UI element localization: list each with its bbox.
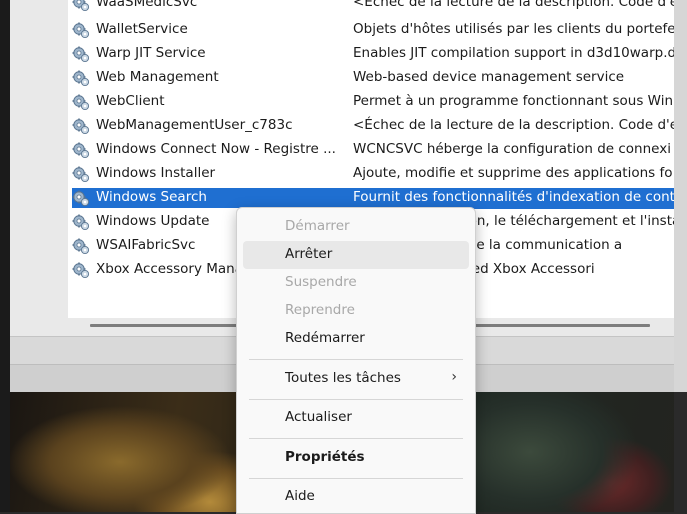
service-name-cell[interactable]: WalletService [72,20,354,40]
service-name: Warp JIT Service [96,45,206,61]
menu-separator [249,438,463,439]
service-gear-icon [72,213,90,231]
service-name-cell[interactable]: WebManagementUser_c783c [72,116,354,136]
service-name: WalletService [96,21,188,37]
menu-item-refresh[interactable]: Actualiser [237,404,475,432]
service-name-cell[interactable]: WaaSMedicSvc [72,0,354,13]
context-menu: Démarrer Arrêter Suspendre Reprendre Red… [236,207,476,514]
service-description: Enables JIT compilation support in d3d10… [353,45,674,61]
service-name-cell[interactable]: WebClient [72,92,354,112]
menu-item-stop[interactable]: Arrêter [243,241,469,269]
service-name-cell[interactable]: Web Management [72,68,354,88]
service-gear-icon [72,165,90,183]
service-gear-icon [72,141,90,159]
service-row[interactable]: Warp JIT Service Enables JIT compilation … [68,42,674,66]
service-name: Web Management [96,69,219,85]
service-name: WSAIFabricSvc [96,237,196,253]
service-description: Fournit des fonctionnalités d'indexation… [353,188,674,209]
menu-separator [249,359,463,360]
menu-item-stop-label: Arrêter [285,246,333,262]
window-edge [674,0,687,392]
service-row[interactable]: Windows Installer Ajoute, modifie et supp… [68,162,674,186]
chevron-right-icon: › [451,369,457,385]
service-gear-icon [72,45,90,63]
service-name: WebClient [96,93,165,109]
service-name: Windows Update [96,213,210,229]
menu-item-all-tasks[interactable]: Toutes les tâches › [237,365,475,393]
service-row[interactable]: WebClient Permet à un programme fonctionn… [68,90,674,114]
service-name-cell[interactable]: Windows Connect Now - Registre ... [72,140,354,160]
service-name: WaaSMedicSvc [96,0,198,10]
menu-item-all-tasks-label: Toutes les tâches [285,370,401,386]
service-gear-icon [72,0,90,12]
menu-item-start-label: Démarrer [285,218,350,234]
menu-item-properties-label: Propriétés [285,449,365,465]
service-gear-icon [72,237,90,255]
menu-item-pause-label: Suspendre [285,274,357,290]
service-gear-icon [72,21,90,39]
service-gear-icon [72,117,90,135]
service-gear-icon [72,69,90,87]
service-description: WCNCSVC héberge la configuration de conn… [353,141,671,157]
service-description: Web-based device management service [353,69,625,85]
service-description: <Échec de la lecture de la description. … [353,117,674,133]
menu-item-resume: Reprendre [237,297,475,325]
service-name-cell[interactable]: Windows Search [72,188,354,208]
menu-item-start: Démarrer [237,213,475,241]
service-name: Windows Connect Now - Registre ... [96,141,336,157]
menu-item-restart[interactable]: Redémarrer [237,325,475,353]
service-row[interactable]: Windows Connect Now - Registre ... WCNCSV… [68,138,674,162]
menu-separator [249,478,463,479]
left-margin [0,0,10,512]
service-row[interactable]: WaaSMedicSvc <Échec de la lecture de la d… [68,0,674,15]
service-gear-icon [72,93,90,111]
service-description: Objets d'hôtes utilisés par les clients … [353,21,674,37]
service-row[interactable]: WebManagementUser_c783c <Échec de la lect… [68,114,674,138]
service-description: Ajoute, modifie et supprime des applicat… [353,165,673,181]
menu-item-restart-label: Redémarrer [285,330,365,346]
menu-item-properties[interactable]: Propriétés [237,444,475,472]
service-name-cell[interactable]: Warp JIT Service [72,44,354,64]
service-gear-icon [72,189,90,207]
service-gear-icon [72,261,90,279]
service-row[interactable]: Web Management Web-based device managemen… [68,66,674,90]
menu-item-pause: Suspendre [237,269,475,297]
service-name: Windows Search [96,189,207,205]
service-description: Permet à un programme fonctionnant sous … [353,93,674,109]
menu-separator [249,399,463,400]
menu-item-refresh-label: Actualiser [285,409,352,425]
service-name: WebManagementUser_c783c [96,117,293,133]
menu-item-help[interactable]: Aide [237,483,475,511]
service-name-cell[interactable]: Windows Installer [72,164,354,184]
service-row[interactable]: WalletService Objets d'hôtes utilisés par… [68,18,674,42]
menu-item-help-label: Aide [285,488,315,504]
menu-item-resume-label: Reprendre [285,302,355,318]
service-description: <Échec de la lecture de la description. … [353,0,674,10]
service-name: Windows Installer [96,165,216,181]
